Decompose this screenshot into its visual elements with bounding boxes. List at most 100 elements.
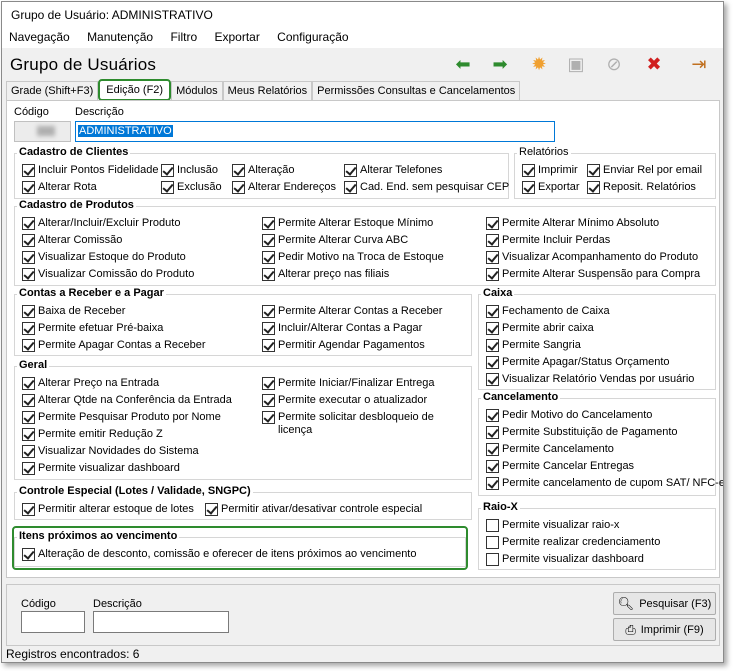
search-descricao-input[interactable]	[93, 611, 229, 633]
checkbox-incluir-perdas[interactable]: Permite Incluir Perdas	[486, 234, 610, 247]
descricao-label: Descrição	[75, 106, 124, 118]
checkbox-visualizar-comissao[interactable]: Visualizar Comissão do Produto	[22, 268, 194, 281]
group-raio-x: Raio-X Permite visualizar raio-x Permite…	[478, 501, 716, 570]
checkbox-exclusao[interactable]: Exclusão	[161, 181, 222, 194]
checkbox-cancelamento-cupom[interactable]: Permite cancelamento de cupom SAT/ NFC-e	[486, 477, 723, 490]
checkbox-cancelar-entregas[interactable]: Permite Cancelar Entregas	[486, 460, 634, 473]
checkbox-estoque-lotes[interactable]: Permitir alterar estoque de lotes	[22, 503, 194, 516]
group-contas: Contas a Receber e a Pagar Baixa de Rece…	[14, 287, 472, 356]
descricao-field[interactable]: ADMINISTRATIVO	[75, 121, 555, 142]
checkbox-fechamento-caixa[interactable]: Fechamento de Caixa	[486, 305, 610, 318]
group-title: Relatórios	[517, 146, 571, 158]
checkbox-abrir-caixa[interactable]: Permite abrir caixa	[486, 322, 594, 335]
group-title: Caixa	[481, 287, 515, 299]
menu-exportar[interactable]: Exportar	[214, 30, 259, 44]
checkbox-relatorio-vendas[interactable]: Visualizar Relatório Vendas por usuário	[486, 373, 694, 386]
checkbox-preco-entrada[interactable]: Alterar Preço na Entrada	[22, 377, 159, 390]
search-panel: Código Descrição 🔍︎ Pesquisar (F3) ⎙ Impri…	[6, 584, 720, 646]
menu-manutencao[interactable]: Manutenção	[87, 30, 153, 44]
window-title: Grupo de Usuário: ADMINISTRATIVO	[2, 2, 723, 26]
checkbox-reposit-relatorios[interactable]: Reposit. Relatórios	[587, 181, 696, 194]
tab-modulos[interactable]: Módulos	[171, 81, 223, 100]
delete-icon[interactable]: ✖	[643, 53, 665, 75]
checkbox-cad-end-sem-cep[interactable]: Cad. End. sem pesquisar CEP	[344, 181, 509, 194]
descricao-value: ADMINISTRATIVO	[78, 125, 173, 137]
printer-icon: ⎙	[625, 621, 636, 637]
new-icon[interactable]: ✹	[528, 53, 550, 75]
checkbox-alterar-telefones[interactable]: Alterar Telefones	[344, 164, 442, 177]
checkbox-exportar[interactable]: Exportar	[522, 181, 580, 194]
search-button[interactable]: 🔍︎ Pesquisar (F3)	[613, 592, 716, 615]
checkbox-visualizar-estoque[interactable]: Visualizar Estoque do Produto	[22, 251, 186, 264]
tab-strip: Grade (Shift+F3) Edição (F2) Módulos Meu…	[6, 79, 521, 101]
bottom-descricao-label: Descrição	[93, 598, 142, 610]
checkbox-baixa-receber[interactable]: Baixa de Receber	[22, 305, 125, 318]
save-icon[interactable]: ▣	[565, 53, 587, 75]
checkbox-finalizar-entrega[interactable]: Permite Iniciar/Finalizar Entrega	[262, 377, 435, 390]
checkbox-enviar-email[interactable]: Enviar Rel por email	[587, 164, 702, 177]
tab-grade[interactable]: Grade (Shift+F3)	[6, 81, 99, 100]
checkbox-reducao-z[interactable]: Permite emitir Redução Z	[22, 428, 163, 441]
checkbox-agendar-pagamentos[interactable]: Permitir Agendar Pagamentos	[262, 339, 425, 352]
checkbox-alterar-incluir-excluir[interactable]: Alterar/Incluir/Excluir Produto	[22, 217, 180, 230]
checkbox-pre-baixa[interactable]: Permite efetuar Pré-baixa	[22, 322, 163, 335]
group-caixa: Caixa Fechamento de Caixa Permite abrir …	[478, 287, 716, 390]
group-cadastro-produtos: Cadastro de Produtos Alterar/Incluir/Exc…	[14, 199, 716, 286]
tab-edicao[interactable]: Edição (F2)	[98, 79, 172, 101]
checkbox-motivo-troca-estoque[interactable]: Pedir Motivo na Troca de Estoque	[262, 251, 444, 264]
search-icon: 🔍︎	[617, 595, 635, 611]
checkbox-qtde-conferencia[interactable]: Alterar Qtde na Conferência da Entrada	[22, 394, 232, 407]
arrow-right-icon[interactable]: ➡	[489, 53, 511, 75]
checkbox-pesquisar-produto-nome[interactable]: Permite Pesquisar Produto por Nome	[22, 411, 221, 424]
checkbox-minimo-absoluto[interactable]: Permite Alterar Mínimo Absoluto	[486, 217, 659, 230]
checkbox-novidades-sistema[interactable]: Visualizar Novidades do Sistema	[22, 445, 199, 458]
checkbox-apagar-contas-receber[interactable]: Permite Apagar Contas a Receber	[22, 339, 206, 352]
checkbox-executar-atualizador[interactable]: Permite executar o atualizador	[262, 394, 427, 407]
menu-configuracao[interactable]: Configuração	[277, 30, 348, 44]
checkbox-alterar-comissao[interactable]: Alterar Comissão	[22, 234, 122, 247]
checkbox-raio-x[interactable]: Permite visualizar raio-x	[486, 519, 619, 532]
checkbox-alterar-enderecos[interactable]: Alterar Endereços	[232, 181, 336, 194]
checkbox-credenciamento[interactable]: Permite realizar credenciamento	[486, 536, 660, 549]
checkbox-suspensao-compra[interactable]: Permite Alterar Suspensão para Compra	[486, 268, 700, 281]
exit-icon[interactable]: ⇥	[688, 53, 710, 75]
checkbox-permite-cancelamento[interactable]: Permite Cancelamento	[486, 443, 614, 456]
checkbox-preco-filiais[interactable]: Alterar preço nas filiais	[262, 268, 389, 281]
checkbox-contas-pagar[interactable]: Incluir/Alterar Contas a Pagar	[262, 322, 422, 335]
checkbox-curva-abc[interactable]: Permite Alterar Curva ABC	[262, 234, 408, 247]
checkbox-desbloqueio-licenca[interactable]: Permite solicitar desbloqueio de licença	[262, 411, 434, 436]
codigo-field[interactable]	[14, 121, 71, 142]
checkbox-motivo-cancelamento[interactable]: Pedir Motivo do Cancelamento	[486, 409, 652, 422]
menu-navegacao[interactable]: Navegação	[9, 30, 70, 44]
checkbox-visualizar-dashboard[interactable]: Permite visualizar dashboard	[22, 462, 180, 475]
group-title: Cadastro de Produtos	[17, 199, 136, 211]
checkbox-estoque-minimo[interactable]: Permite Alterar Estoque Mínimo	[262, 217, 433, 230]
checkbox-alterar-contas-receber[interactable]: Permite Alterar Contas a Receber	[262, 305, 442, 318]
tab-meus-relatorios[interactable]: Meus Relatórios	[222, 81, 313, 100]
cancel-icon[interactable]: ⊘	[603, 53, 625, 75]
checkbox-controle-especial[interactable]: Permitir ativar/desativar controle espec…	[205, 503, 422, 516]
menu-filtro[interactable]: Filtro	[170, 30, 197, 44]
checkbox-sangria[interactable]: Permite Sangria	[486, 339, 581, 352]
group-title: Cadastro de Clientes	[17, 146, 131, 158]
group-title: Cancelamento	[481, 391, 561, 403]
group-title: Raio-X	[481, 501, 520, 513]
checkbox-raio-x-dashboard[interactable]: Permite visualizar dashboard	[486, 553, 644, 566]
codigo-label: Código	[14, 106, 49, 118]
edit-panel: Código Descrição ADMINISTRATIVO Cadastro…	[6, 100, 723, 578]
checkbox-acompanhamento-produto[interactable]: Visualizar Acompanhamento do Produto	[486, 251, 698, 264]
checkbox-alteracao[interactable]: Alteração	[232, 164, 294, 177]
arrow-left-icon[interactable]: ⬅	[452, 53, 474, 75]
form-title: Grupo de Usuários	[10, 55, 157, 74]
status-bar: Registros encontrados: 6	[6, 647, 140, 661]
tab-permissoes[interactable]: Permissões Consultas e Cancelamentos	[312, 81, 521, 100]
checkbox-substituicao-pagamento[interactable]: Permite Substituição de Pagamento	[486, 426, 678, 439]
checkbox-alterar-rota[interactable]: Alterar Rota	[22, 181, 97, 194]
checkbox-inclusao[interactable]: Inclusão	[161, 164, 218, 177]
checkbox-imprimir[interactable]: Imprimir	[522, 164, 578, 177]
search-codigo-input[interactable]	[21, 611, 85, 633]
print-button[interactable]: ⎙ Imprimir (F9)	[613, 618, 716, 641]
checkbox-incluir-pontos[interactable]: Incluir Pontos Fidelidade	[22, 164, 158, 177]
group-geral: Geral Alterar Preço na Entrada Alterar Q…	[14, 359, 472, 480]
checkbox-apagar-orcamento[interactable]: Permite Apagar/Status Orçamento	[486, 356, 670, 369]
